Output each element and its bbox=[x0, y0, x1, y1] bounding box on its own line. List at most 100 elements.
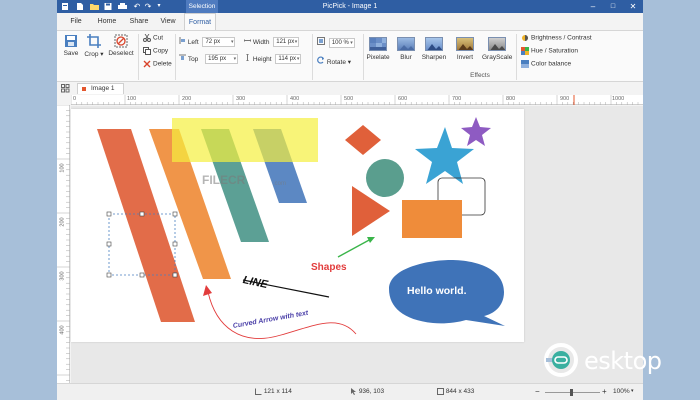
divider bbox=[175, 34, 176, 80]
zoom-out-button[interactable]: − bbox=[535, 387, 540, 396]
purple-star bbox=[461, 117, 491, 146]
sharpen-button[interactable]: Sharpen bbox=[421, 35, 447, 61]
zoom-slider[interactable] bbox=[545, 389, 600, 396]
cut-button[interactable]: Cut bbox=[143, 34, 163, 42]
pixelate-icon bbox=[369, 37, 387, 51]
delete-x-icon bbox=[143, 60, 151, 68]
tab-grid-icon[interactable] bbox=[61, 84, 70, 93]
top-input[interactable]: 195 px ▾ bbox=[205, 54, 239, 65]
selection-handle bbox=[172, 211, 178, 217]
minimize-button[interactable]: – bbox=[583, 0, 603, 13]
color-balance-button[interactable]: Color balance bbox=[521, 60, 571, 68]
yellow-highlight bbox=[172, 118, 318, 162]
rotate-button[interactable]: Rotate ▾ bbox=[317, 56, 351, 66]
crop-button[interactable]: Crop ▾ bbox=[84, 34, 104, 58]
tab-format[interactable]: Format bbox=[184, 13, 216, 30]
ruler-label: 400 bbox=[290, 96, 300, 102]
ruler-label: 400 bbox=[59, 325, 66, 335]
grayscale-button[interactable]: GrayScale bbox=[482, 35, 512, 61]
left-input[interactable]: 72 px ▾ bbox=[202, 37, 236, 48]
divider bbox=[516, 34, 517, 80]
zoom-in-button[interactable]: + bbox=[602, 387, 607, 396]
height-icon bbox=[246, 53, 249, 62]
copy-icon bbox=[143, 47, 151, 55]
width-control: Width 121 px ▾ bbox=[243, 37, 300, 48]
blue-star bbox=[415, 127, 474, 184]
tab-view[interactable]: View bbox=[157, 13, 179, 30]
crop-icon bbox=[87, 34, 101, 48]
deselect-button[interactable]: Deselect bbox=[108, 34, 134, 57]
selection-handle bbox=[172, 272, 178, 278]
width-input[interactable]: 121 px ▾ bbox=[273, 37, 300, 48]
ruler-label: 0 bbox=[73, 96, 77, 102]
tab-home[interactable]: Home bbox=[95, 13, 119, 30]
left-position-control: Left 72 px ▾ bbox=[179, 37, 236, 48]
ruler-label: 500 bbox=[344, 96, 354, 102]
curved-arrowhead bbox=[203, 285, 212, 296]
selection-handle bbox=[172, 241, 178, 247]
zoom-control: 100 % ▾ bbox=[317, 37, 355, 49]
divider bbox=[138, 34, 139, 80]
scissors-icon bbox=[143, 34, 151, 42]
app-window: ↶ ↷ ▾ Selection PicPick - Image 1 – □ ✕ … bbox=[57, 0, 643, 400]
title-bar: ↶ ↷ ▾ Selection PicPick - Image 1 – □ ✕ bbox=[57, 0, 643, 13]
ruler-label: 300 bbox=[59, 271, 66, 281]
tab-share[interactable]: Share bbox=[127, 13, 151, 30]
effects-group-label: Effects bbox=[470, 72, 490, 79]
canvas-workspace[interactable]: FILECR .com Shapes LINE Hello world. Cur… bbox=[71, 106, 643, 383]
window-title: PicPick - Image 1 bbox=[322, 3, 378, 10]
green-arrow bbox=[337, 238, 372, 258]
orange-rectangle bbox=[402, 200, 462, 238]
blur-button[interactable]: Blur bbox=[393, 35, 419, 61]
hue-saturation-button[interactable]: Hue / Saturation bbox=[521, 47, 578, 55]
deselect-icon bbox=[114, 34, 128, 48]
height-input[interactable]: 114 px ▾ bbox=[275, 54, 302, 65]
teal-circle bbox=[366, 159, 404, 197]
document-tab[interactable]: Image 1 bbox=[77, 83, 124, 94]
ruler-ticks bbox=[57, 105, 70, 381]
ruler-label: 200 bbox=[182, 96, 192, 102]
maximize-button[interactable]: □ bbox=[603, 0, 623, 13]
ruler-label: 100 bbox=[59, 163, 66, 173]
selection-size: 121 x 114 bbox=[255, 388, 292, 395]
ruler-label: 700 bbox=[452, 96, 462, 102]
selection-size-icon bbox=[255, 388, 262, 395]
brightness-icon bbox=[522, 35, 528, 41]
save-button[interactable]: Save bbox=[61, 34, 81, 57]
cursor-position: 936, 103 bbox=[350, 388, 384, 395]
zoom-slider-thumb[interactable] bbox=[570, 389, 573, 396]
horizontal-ruler: 0 100 200 300 400 500 600 700 800 900 10… bbox=[71, 95, 643, 105]
zoom-input[interactable]: 100 % ▾ bbox=[328, 38, 355, 49]
divider bbox=[363, 34, 364, 80]
tab-file[interactable]: File bbox=[66, 13, 86, 30]
selection-handle bbox=[106, 241, 112, 247]
zoom-level[interactable]: 100% bbox=[613, 388, 630, 395]
top-position-control: Top 195 px ▾ bbox=[179, 54, 239, 65]
align-top-icon bbox=[179, 54, 186, 60]
callout-text: Hello world. bbox=[407, 285, 467, 297]
pixelate-button[interactable]: Pixelate bbox=[365, 35, 391, 61]
drawing-layer bbox=[97, 117, 505, 339]
site-watermark-text: esktop bbox=[584, 347, 662, 375]
filecr-watermark: FILECR bbox=[202, 173, 246, 187]
shapes-label: Shapes bbox=[311, 262, 347, 273]
ruler-label: 900 bbox=[560, 96, 570, 102]
close-button[interactable]: ✕ bbox=[623, 0, 643, 13]
save-disk-icon bbox=[65, 35, 77, 47]
align-left-icon bbox=[179, 37, 185, 44]
brightness-contrast-button[interactable]: Brightness / Contrast bbox=[521, 34, 592, 42]
copy-button[interactable]: Copy bbox=[143, 47, 168, 55]
image-tab-icon bbox=[82, 87, 86, 91]
selection-handle bbox=[106, 211, 112, 217]
color-balance-icon bbox=[521, 60, 529, 68]
delete-button[interactable]: Delete bbox=[143, 60, 172, 68]
invert-button[interactable]: Invert bbox=[452, 35, 478, 61]
filecr-watermark-sub: .com bbox=[273, 181, 287, 187]
zoom-dropdown-icon[interactable]: ▾ bbox=[631, 388, 634, 394]
ruler-label: 100 bbox=[127, 96, 137, 102]
vertical-ruler: 100 200 300 400 bbox=[57, 105, 70, 383]
document-tab-bar: Image 1 bbox=[57, 82, 643, 94]
red-diamond bbox=[345, 125, 381, 155]
width-icon bbox=[243, 39, 252, 42]
image-canvas[interactable]: FILECR .com Shapes LINE Hello world. Cur… bbox=[71, 109, 524, 342]
